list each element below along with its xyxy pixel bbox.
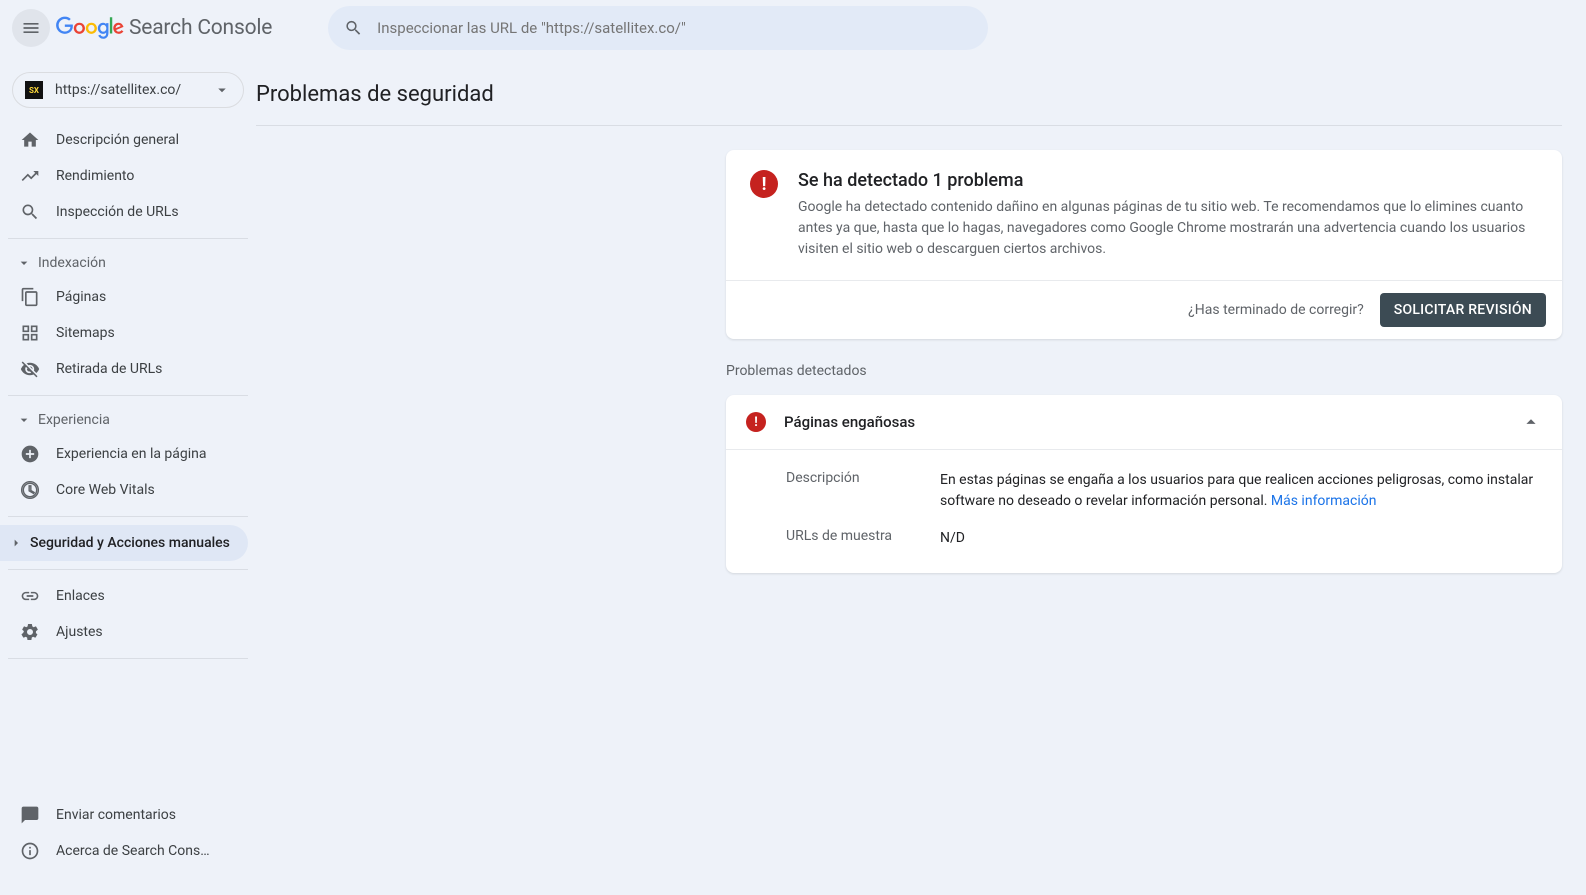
section-label: Experiencia bbox=[38, 412, 110, 428]
sidebar-item-label: Páginas bbox=[56, 289, 106, 305]
chevron-down-icon bbox=[16, 255, 32, 271]
section-label: Indexación bbox=[38, 255, 106, 271]
sidebar-item-performance[interactable]: Rendimiento bbox=[0, 158, 248, 194]
info-icon bbox=[20, 841, 40, 861]
sidebar-item-label: Enviar comentarios bbox=[56, 807, 176, 823]
issue-header[interactable]: ! Páginas engañosas bbox=[726, 395, 1562, 449]
product-logo[interactable]: Search Console bbox=[56, 16, 272, 40]
sidebar: SX https://satellitex.co/ Descripción ge… bbox=[0, 56, 256, 895]
sidebar-item-label: Enlaces bbox=[56, 588, 105, 604]
sidebar-item-pages[interactable]: Páginas bbox=[0, 279, 248, 315]
sidebar-item-label: Sitemaps bbox=[56, 325, 115, 341]
sidebar-item-overview[interactable]: Descripción general bbox=[0, 122, 248, 158]
gear-icon bbox=[20, 622, 40, 642]
visibility-off-icon bbox=[20, 359, 40, 379]
main-content: Problemas de seguridad ! Se ha detectado… bbox=[256, 56, 1586, 895]
sidebar-item-about[interactable]: Acerca de Search Cons… bbox=[0, 833, 248, 869]
request-review-button[interactable]: SOLICITAR REVISIÓN bbox=[1380, 293, 1546, 327]
finished-fixing-text: ¿Has terminado de corregir? bbox=[1188, 302, 1364, 318]
sidebar-item-feedback[interactable]: Enviar comentarios bbox=[0, 797, 248, 833]
sidebar-item-sitemaps[interactable]: Sitemaps bbox=[0, 315, 248, 351]
links-icon bbox=[20, 586, 40, 606]
more-info-link[interactable]: Más información bbox=[1271, 493, 1377, 509]
chevron-down-icon bbox=[16, 412, 32, 428]
google-logo-icon bbox=[56, 16, 124, 40]
search-input[interactable] bbox=[377, 19, 972, 37]
sitemap-icon bbox=[20, 323, 40, 343]
issue-urls-label: URLs de muestra bbox=[786, 528, 940, 549]
alert-title: Se ha detectado 1 problema bbox=[798, 170, 1538, 191]
search-icon bbox=[344, 18, 363, 38]
sidebar-item-core-web-vitals[interactable]: Core Web Vitals bbox=[0, 472, 248, 508]
sidebar-item-label: Inspección de URLs bbox=[56, 204, 179, 220]
section-indexing[interactable]: Indexación bbox=[8, 247, 248, 279]
sidebar-item-label: Seguridad y Acciones manuales bbox=[30, 535, 230, 551]
chevron-up-icon bbox=[1520, 411, 1542, 433]
issue-description-value: En estas páginas se engaña a los usuario… bbox=[940, 470, 1538, 512]
search-icon bbox=[20, 202, 40, 222]
page-title: Problemas de seguridad bbox=[256, 72, 1562, 126]
sidebar-item-removals[interactable]: Retirada de URLs bbox=[0, 351, 248, 387]
property-selector[interactable]: SX https://satellitex.co/ bbox=[12, 72, 244, 108]
error-icon: ! bbox=[746, 412, 766, 432]
product-name: Search Console bbox=[129, 16, 272, 40]
section-experience[interactable]: Experiencia bbox=[8, 404, 248, 436]
sidebar-item-label: Ajustes bbox=[56, 624, 103, 640]
sidebar-item-label: Experiencia en la página bbox=[56, 446, 207, 462]
plus-circle-icon bbox=[20, 444, 40, 464]
issue-card: ! Páginas engañosas Descripción En estas… bbox=[726, 395, 1562, 573]
error-icon: ! bbox=[750, 170, 778, 198]
feedback-icon bbox=[20, 805, 40, 825]
issue-description-label: Descripción bbox=[786, 470, 940, 512]
url-inspection-search[interactable] bbox=[328, 6, 988, 50]
sidebar-item-label: Rendimiento bbox=[56, 168, 134, 184]
sidebar-item-label: Core Web Vitals bbox=[56, 482, 155, 498]
sidebar-item-label: Retirada de URLs bbox=[56, 361, 162, 377]
home-icon bbox=[20, 130, 40, 150]
alert-description: Google ha detectado contenido dañino en … bbox=[798, 197, 1538, 260]
hamburger-icon bbox=[21, 18, 41, 38]
issue-urls-value: N/D bbox=[940, 528, 965, 549]
property-favicon: SX bbox=[25, 81, 43, 99]
sidebar-item-links[interactable]: Enlaces bbox=[0, 578, 248, 614]
chevron-right-icon bbox=[8, 535, 24, 551]
menu-button[interactable] bbox=[12, 9, 50, 47]
trend-icon bbox=[20, 166, 40, 186]
pages-icon bbox=[20, 287, 40, 307]
security-alert-card: ! Se ha detectado 1 problema Google ha d… bbox=[726, 150, 1562, 339]
issue-title: Páginas engañosas bbox=[784, 413, 1502, 431]
sidebar-item-security[interactable]: Seguridad y Acciones manuales bbox=[0, 525, 248, 561]
speed-icon bbox=[20, 480, 40, 500]
sidebar-item-label: Acerca de Search Cons… bbox=[56, 843, 210, 859]
property-url: https://satellitex.co/ bbox=[55, 82, 213, 98]
chevron-down-icon bbox=[213, 81, 231, 99]
sidebar-item-url-inspection[interactable]: Inspección de URLs bbox=[0, 194, 248, 230]
sidebar-item-settings[interactable]: Ajustes bbox=[0, 614, 248, 650]
sidebar-item-label: Descripción general bbox=[56, 132, 179, 148]
sidebar-item-page-experience[interactable]: Experiencia en la página bbox=[0, 436, 248, 472]
issues-section-label: Problemas detectados bbox=[726, 363, 1562, 379]
